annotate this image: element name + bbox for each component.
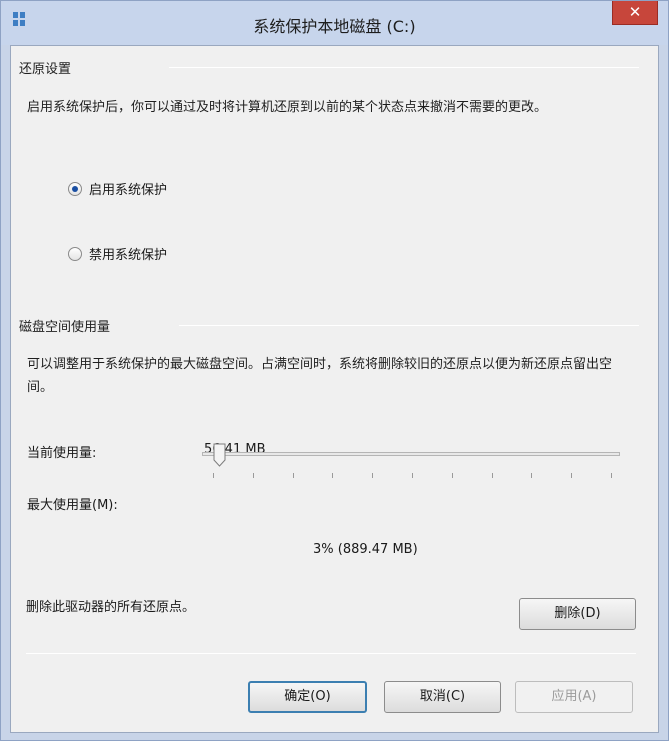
restore-settings-title: 还原设置 (19, 62, 72, 77)
max-usage-slider-thumb[interactable] (213, 443, 226, 467)
max-usage-label: 最大使用量(M): (27, 498, 118, 513)
disk-usage-title: 磁盘空间使用量 (19, 320, 111, 335)
title-bar[interactable]: 系统保护本地磁盘 (C:) ✕ (1, 1, 668, 45)
slider-tick (491, 473, 493, 478)
slider-tick (213, 473, 214, 478)
slider-tick (611, 473, 612, 478)
enable-protection-label[interactable]: 启用系统保护 (89, 179, 167, 198)
max-usage-readout: 3% (889.47 MB) (313, 542, 418, 557)
restore-settings-description: 启用系统保护后，你可以通过及时将计算机还原到以前的某个状态点来撤消不需要的更改。 (27, 100, 548, 115)
window-title: 系统保护本地磁盘 (C:) (253, 17, 416, 36)
current-usage-label: 当前使用量: (27, 446, 97, 461)
restore-settings-divider (169, 67, 639, 68)
slider-tick (571, 473, 573, 478)
slider-tick (252, 473, 254, 478)
slider-tick (332, 473, 334, 478)
cancel-button[interactable]: 取消(C) (384, 681, 501, 713)
disk-usage-divider (179, 325, 639, 326)
close-icon: ✕ (628, 3, 642, 21)
enable-protection-radio[interactable] (68, 182, 82, 196)
slider-tick (292, 473, 294, 478)
slider-tick (412, 473, 413, 478)
dialog-window: 系统保护本地磁盘 (C:) ✕ 还原设置 启用系统保护后，你可以通过及时将计算机… (0, 0, 669, 741)
delete-restore-points-text: 删除此驱动器的所有还原点。 (26, 600, 196, 615)
slider-tick (531, 473, 533, 478)
disk-usage-description: 可以调整用于系统保护的最大磁盘空间。占满空间时，系统将删除较旧的还原点以便为新还… (27, 357, 613, 395)
footer-divider (26, 653, 636, 654)
apply-button: 应用(A) (515, 681, 633, 713)
slider-tick (372, 473, 374, 478)
delete-button[interactable]: 删除(D) (519, 598, 636, 630)
close-button[interactable]: ✕ (612, 1, 658, 25)
ok-button[interactable]: 确定(O) (248, 681, 367, 713)
disable-protection-radio[interactable] (68, 247, 82, 261)
disable-protection-label[interactable]: 禁用系统保护 (89, 244, 167, 263)
max-usage-slider-track[interactable] (202, 452, 620, 456)
slider-tick (451, 473, 453, 478)
